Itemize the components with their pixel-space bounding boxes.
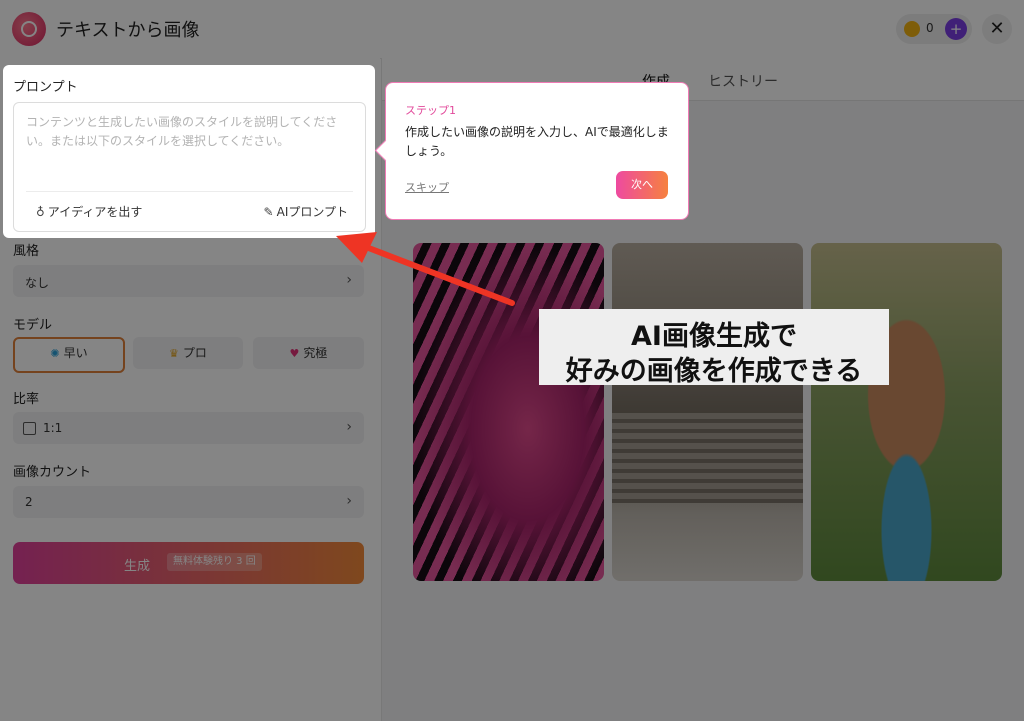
callout-line-2: 好みの画像を作成できる: [565, 356, 863, 387]
annotation-callout: AI画像生成で 好みの画像を作成できる: [539, 309, 889, 387]
arrow-shaft: [363, 244, 515, 306]
callout-line-1: AI画像生成で: [631, 321, 797, 352]
